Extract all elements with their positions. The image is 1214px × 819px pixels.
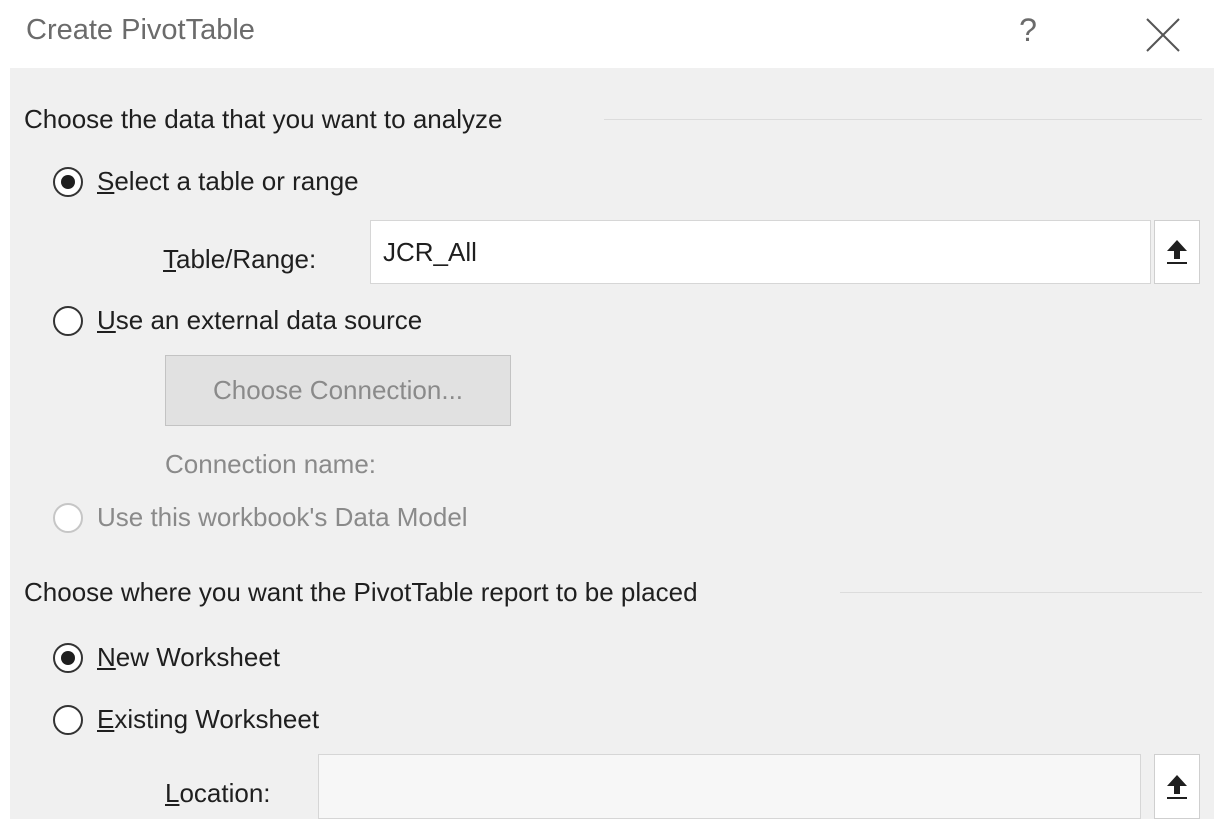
section-divider: [840, 592, 1202, 593]
radio-existing-worksheet-circle[interactable]: [53, 704, 83, 735]
collapse-dialog-icon: [1167, 240, 1187, 264]
radio-select-table-range[interactable]: Select a table or range: [53, 166, 359, 197]
access-key-underline: T: [163, 244, 176, 274]
radio-data-model-label: Use this workbook's Data Model: [97, 502, 468, 532]
access-key-underline: U: [97, 305, 116, 335]
section-header-data-source: Choose the data that you want to analyze: [24, 99, 502, 139]
section-header-placement: Choose where you want the PivotTable rep…: [24, 572, 698, 612]
radio-data-model[interactable]: Use this workbook's Data Model: [53, 502, 468, 533]
dialog-title: Create PivotTable: [26, 14, 255, 46]
radio-existing-worksheet[interactable]: Existing Worksheet: [53, 704, 319, 735]
access-key-underline: N: [97, 642, 116, 672]
table-range-input[interactable]: JCR_All: [370, 220, 1151, 284]
connection-name-label: Connection name:: [165, 449, 377, 479]
radio-new-worksheet-label: New Worksheet: [97, 642, 281, 672]
radio-external-data-source[interactable]: Use an external data source: [53, 305, 422, 336]
section-header-data-source-text: Choose the data that you want to analyze: [24, 103, 503, 134]
radio-select-table-range-label: Select a table or range: [97, 166, 359, 196]
help-button[interactable]: ?: [1008, 6, 1048, 56]
title-bar: Create PivotTable ?: [0, 0, 1214, 66]
table-range-collapse-button[interactable]: [1154, 220, 1200, 284]
table-range-label: Table/Range:: [163, 244, 317, 274]
access-key-underline: L: [165, 778, 180, 808]
radio-external-data-source-circle[interactable]: [53, 305, 83, 336]
radio-existing-worksheet-label: Existing Worksheet: [97, 704, 320, 734]
radio-select-table-range-circle[interactable]: [53, 166, 83, 197]
access-key-underline: E: [97, 704, 115, 734]
close-icon: [1146, 18, 1180, 52]
collapse-dialog-icon: [1167, 774, 1187, 799]
choose-connection-button[interactable]: Choose Connection...: [165, 355, 511, 426]
dialog-body: Choose the data that you want to analyze…: [10, 68, 1214, 819]
close-button[interactable]: [1140, 12, 1186, 58]
radio-external-data-source-label: Use an external data source: [97, 305, 423, 335]
access-key-underline: S: [97, 166, 115, 196]
radio-new-worksheet[interactable]: New Worksheet: [53, 642, 280, 673]
location-input[interactable]: [318, 754, 1141, 819]
radio-data-model-circle[interactable]: [53, 502, 83, 533]
location-label: Location:: [165, 778, 271, 808]
location-collapse-button[interactable]: [1154, 754, 1200, 819]
section-header-placement-text: Choose where you want the PivotTable rep…: [24, 576, 698, 607]
radio-new-worksheet-circle[interactable]: [53, 642, 83, 673]
section-divider: [604, 119, 1202, 120]
